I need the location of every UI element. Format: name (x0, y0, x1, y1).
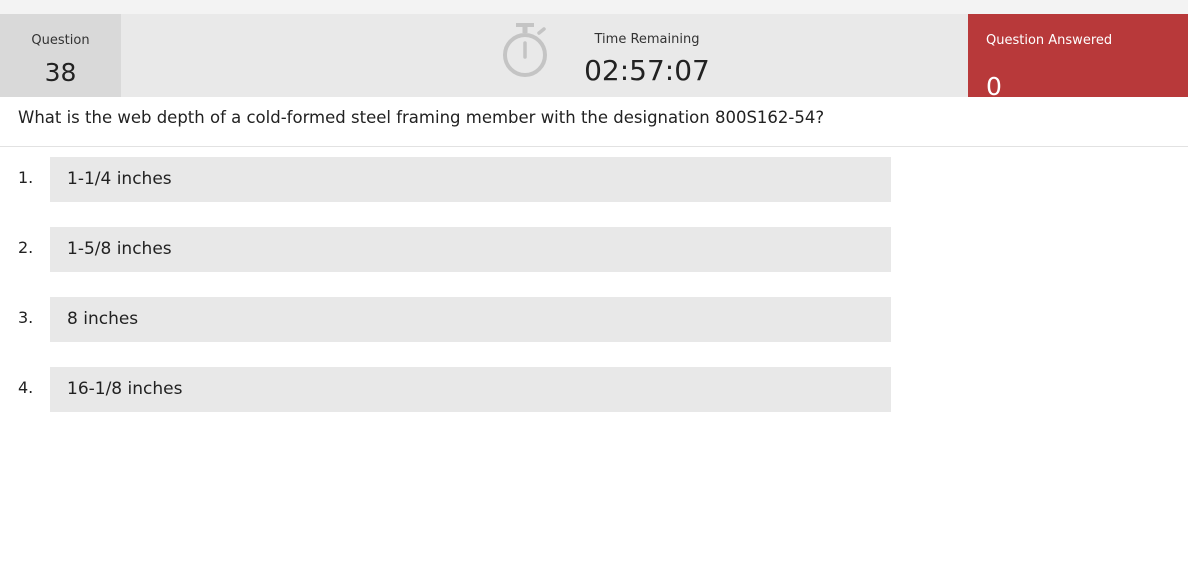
stopwatch-icon (499, 21, 551, 81)
question-number: 38 (44, 58, 77, 87)
time-remaining-value: 02:57:07 (584, 54, 710, 87)
time-remaining-label: Time Remaining (594, 32, 700, 47)
question-text: What is the web depth of a cold-formed s… (18, 108, 825, 127)
questions-answered-box: Question Answered 0 (968, 14, 1188, 101)
answer-option-1[interactable]: 1-1/4 inches (50, 157, 891, 202)
questions-answered-label: Question Answered (986, 33, 1113, 48)
answer-option-4[interactable]: 16-1/8 inches (50, 367, 891, 412)
answer-number: 2. (18, 238, 34, 257)
answer-option-3[interactable]: 8 inches (50, 297, 891, 342)
divider (0, 146, 1188, 147)
answer-option-label: 16-1/8 inches (67, 379, 183, 399)
answer-option-label: 1-1/4 inches (67, 169, 172, 189)
answer-option-label: 1-5/8 inches (67, 239, 172, 259)
answer-number: 3. (18, 308, 34, 327)
top-strip (0, 0, 1188, 14)
answer-number: 4. (18, 378, 34, 397)
answer-option-label: 8 inches (67, 309, 139, 329)
question-label: Question (31, 33, 90, 48)
questions-answered-count: 0 (986, 72, 1002, 101)
question-number-box: Question 38 (0, 14, 121, 97)
answer-number: 1. (18, 168, 34, 187)
answer-option-2[interactable]: 1-5/8 inches (50, 227, 891, 272)
